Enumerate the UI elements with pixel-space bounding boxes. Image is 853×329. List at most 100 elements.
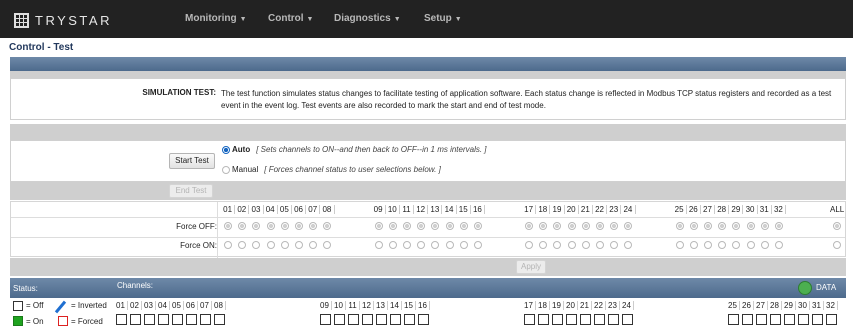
force-off-radio[interactable] [442, 222, 456, 232]
status-header-bar: Status: Channels: DATA [10, 278, 846, 298]
force-off-radio[interactable] [235, 222, 249, 232]
force-on-radio[interactable] [278, 241, 292, 251]
nav-monitoring[interactable]: Monitoring ▼ [185, 0, 247, 38]
force-on-radio[interactable] [772, 241, 786, 251]
channel-number: 15 [402, 301, 416, 310]
force-on-radio[interactable] [292, 241, 306, 251]
force-off-radio[interactable] [221, 222, 235, 232]
force-off-radio[interactable] [457, 222, 471, 232]
data-indicator-icon [798, 281, 812, 295]
force-on-radio[interactable] [522, 241, 536, 251]
force-on-all-radio[interactable] [830, 241, 844, 251]
force-off-radio[interactable] [579, 222, 593, 232]
channel-number: 22 [592, 301, 606, 310]
force-on-radio[interactable] [550, 241, 564, 251]
force-on-radio[interactable] [715, 241, 729, 251]
force-off-radio[interactable] [621, 222, 635, 232]
channel-status-box [388, 314, 402, 327]
force-off-radio[interactable] [400, 222, 414, 232]
force-on-radio[interactable] [471, 241, 485, 251]
apply-button[interactable]: Apply [516, 260, 546, 274]
force-off-radio[interactable] [536, 222, 550, 232]
force-on-radio[interactable] [673, 241, 687, 251]
force-off-radio[interactable] [593, 222, 607, 232]
manual-option[interactable]: Manual [ Forces channel status to user s… [222, 165, 441, 174]
group-gap [636, 241, 673, 251]
nav-setup[interactable]: Setup ▼ [424, 0, 462, 38]
force-off-radio[interactable] [673, 222, 687, 232]
force-off-radio[interactable] [471, 222, 485, 232]
channel-number: 18 [536, 301, 550, 310]
force-off-radio[interactable] [607, 222, 621, 232]
force-off-radio[interactable] [522, 222, 536, 232]
auto-radio[interactable] [222, 145, 230, 154]
force-off-radio[interactable] [306, 222, 320, 232]
force-off-radio[interactable] [278, 222, 292, 232]
force-on-radio[interactable] [320, 241, 334, 251]
force-on-radio[interactable] [565, 241, 579, 251]
force-off-radio[interactable] [386, 222, 400, 232]
channel-number: 28 [768, 301, 782, 310]
auto-option[interactable]: Auto [ Sets channels to ON--and then bac… [222, 145, 487, 154]
channel-number: 02 [128, 301, 142, 310]
channel-number: 10 [386, 205, 400, 214]
nav-diagnostics[interactable]: Diagnostics ▼ [334, 0, 401, 38]
channel-number: 16 [471, 205, 485, 214]
force-on-radio[interactable] [607, 241, 621, 251]
force-on-radio[interactable] [264, 241, 278, 251]
force-off-all-radio[interactable] [830, 222, 844, 232]
manual-radio[interactable] [222, 165, 230, 174]
force-on-radio[interactable] [743, 241, 757, 251]
nav-control-label: Control [268, 13, 304, 24]
force-on-radio[interactable] [386, 241, 400, 251]
nav-control[interactable]: Control ▼ [268, 0, 313, 38]
force-on-radio[interactable] [687, 241, 701, 251]
force-off-radio[interactable] [715, 222, 729, 232]
force-off-radio[interactable] [772, 222, 786, 232]
force-on-radio[interactable] [729, 241, 743, 251]
channel-status-box [824, 314, 838, 327]
force-off-radio[interactable] [428, 222, 442, 232]
force-on-radio[interactable] [400, 241, 414, 251]
force-off-radio[interactable] [372, 222, 386, 232]
chevron-down-icon: ▼ [306, 16, 314, 23]
force-off-radio[interactable] [550, 222, 564, 232]
channel-number: 18 [536, 205, 551, 214]
channel-number: 21 [579, 205, 593, 214]
force-on-radio[interactable] [306, 241, 320, 251]
force-on-radio[interactable] [414, 241, 428, 251]
end-test-button[interactable]: End Test [169, 184, 213, 198]
force-on-radio[interactable] [235, 241, 249, 251]
force-off-radio[interactable] [743, 222, 757, 232]
channel-number: 03 [249, 205, 264, 214]
force-off-radio[interactable] [758, 222, 772, 232]
force-on-radio[interactable] [701, 241, 715, 251]
force-off-radio[interactable] [414, 222, 428, 232]
force-on-radio[interactable] [221, 241, 235, 251]
force-on-radio[interactable] [428, 241, 442, 251]
force-on-radio[interactable] [621, 241, 635, 251]
channel-number: 32 [772, 205, 786, 214]
force-on-radio[interactable] [249, 241, 263, 251]
force-off-radio[interactable] [249, 222, 263, 232]
force-on-radio[interactable] [593, 241, 607, 251]
brand-logo[interactable]: TRYSTAR [14, 9, 112, 31]
force-on-radio[interactable] [536, 241, 550, 251]
force-on-radio[interactable] [758, 241, 772, 251]
channel-number: 09 [372, 205, 386, 214]
force-on-radio[interactable] [442, 241, 456, 251]
force-off-radio[interactable] [292, 222, 306, 232]
force-off-radio[interactable] [320, 222, 334, 232]
force-on-radio[interactable] [457, 241, 471, 251]
force-off-radio[interactable] [565, 222, 579, 232]
start-test-button[interactable]: Start Test [169, 153, 215, 169]
group-gap [786, 205, 830, 214]
force-off-radio[interactable] [687, 222, 701, 232]
channel-status-box [360, 314, 374, 327]
force-off-radio[interactable] [729, 222, 743, 232]
force-on-radio[interactable] [579, 241, 593, 251]
force-on-radio[interactable] [372, 241, 386, 251]
force-off-radio[interactable] [264, 222, 278, 232]
channel-number: 12 [414, 205, 429, 214]
force-off-radio[interactable] [701, 222, 715, 232]
